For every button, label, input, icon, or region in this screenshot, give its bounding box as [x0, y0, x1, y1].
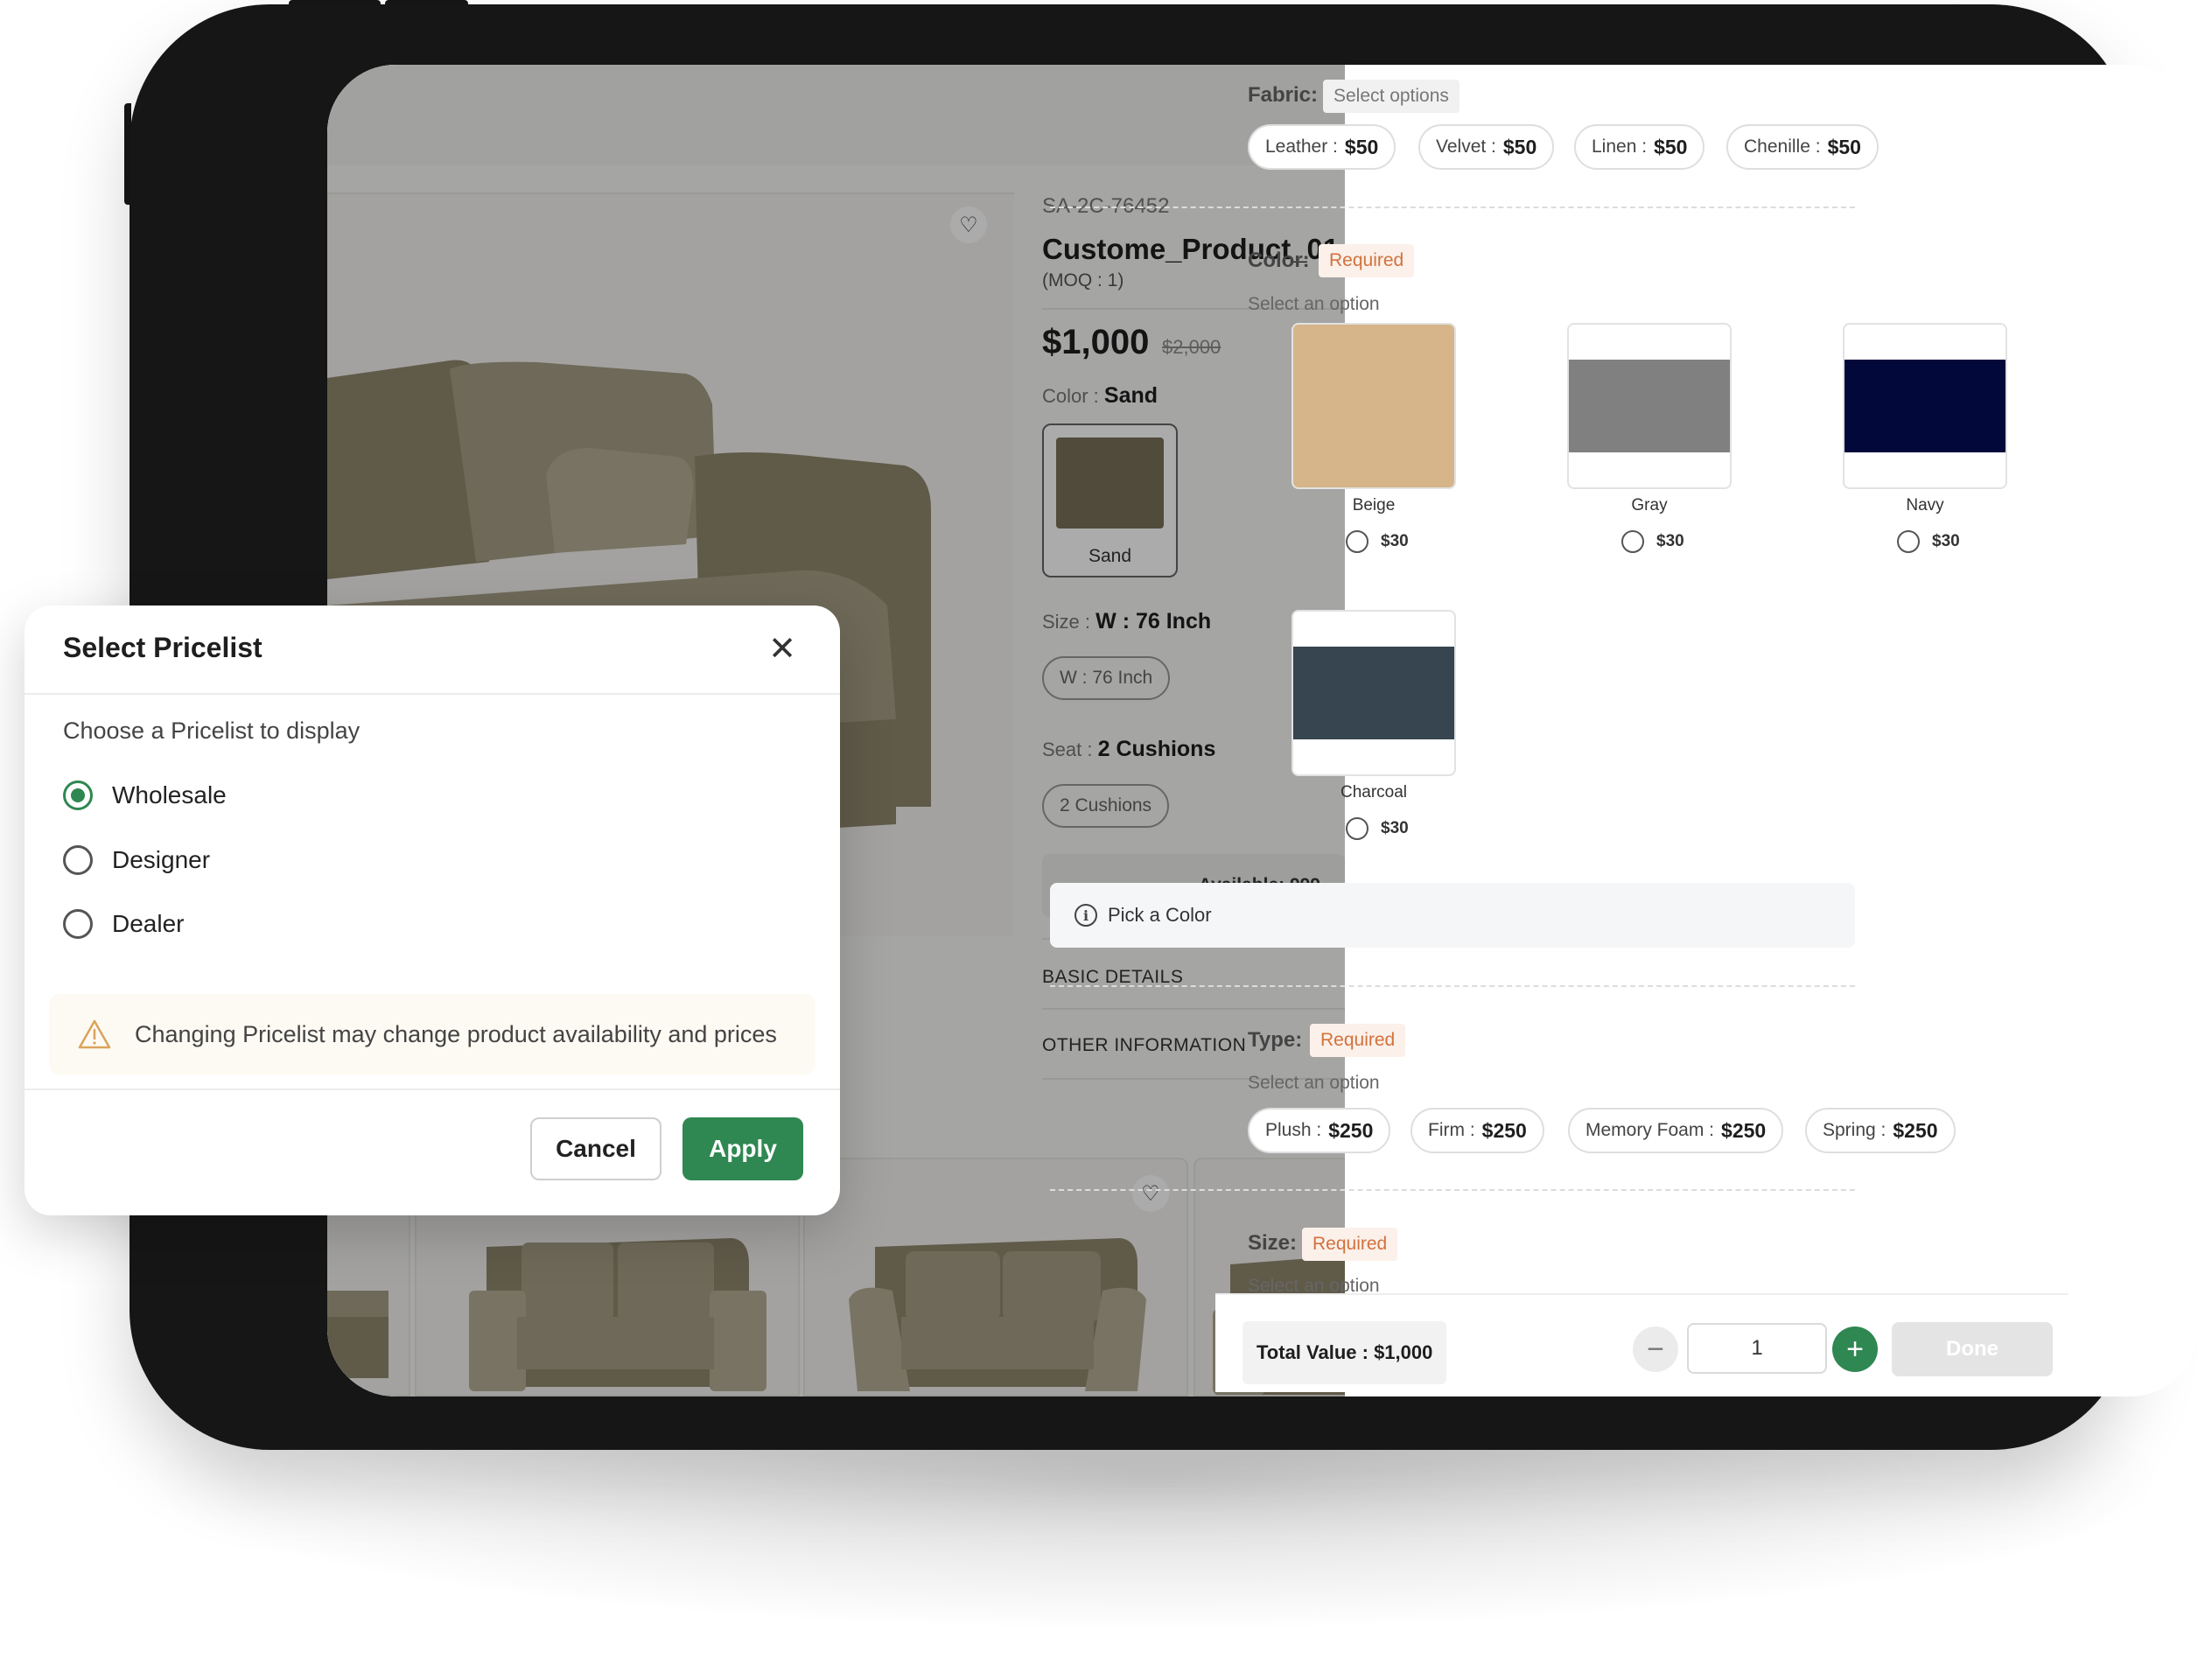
color-card-beige[interactable]	[1292, 323, 1456, 489]
color-name: Charcoal	[1340, 783, 1408, 802]
pricelist-option-wholesale[interactable]: Wholesale	[63, 780, 227, 810]
pricelist-warning: Changing Pricelist may change product av…	[49, 994, 816, 1074]
option-name: Memory Foam :	[1586, 1120, 1715, 1140]
option-price: $50	[1502, 135, 1537, 158]
size-label: Size:	[1248, 1231, 1298, 1255]
color-price: $30	[1381, 819, 1409, 837]
color-name: Beige	[1352, 496, 1396, 514]
cancel-button[interactable]: Cancel	[530, 1117, 662, 1180]
color-select-hint: Select an option	[1248, 294, 1380, 314]
color-price: $30	[1656, 532, 1684, 550]
modal-divider	[24, 693, 840, 695]
color-radio-navy[interactable]: $30	[1897, 530, 1960, 553]
select-pricelist-modal: Select Pricelist ✕ Choose a Pricelist to…	[24, 606, 840, 1215]
fabric-label: Fabric:	[1248, 83, 1319, 107]
color-card-gray[interactable]	[1567, 323, 1732, 489]
color-fill	[1569, 360, 1730, 452]
option-price: $50	[1827, 135, 1861, 158]
warning-icon	[78, 1019, 111, 1049]
pricelist-option-label: Dealer	[112, 910, 185, 937]
radio-circle[interactable]	[1346, 530, 1368, 553]
type-option-memory-foam[interactable]: Memory Foam : $250	[1568, 1108, 1784, 1153]
pick-a-color-label: Pick a Color	[1108, 904, 1212, 926]
color-label: Color:	[1248, 248, 1310, 272]
total-value: Total Value : $1,000	[1242, 1321, 1447, 1384]
pricelist-option-designer[interactable]: Designer	[63, 845, 210, 875]
type-option-firm[interactable]: Firm : $250	[1410, 1108, 1544, 1153]
option-price: $250	[1328, 1118, 1374, 1142]
done-button[interactable]: Done	[1892, 1322, 2053, 1376]
color-name: Gray	[1631, 496, 1668, 514]
radio-unselected[interactable]	[63, 845, 93, 875]
color-card-navy[interactable]	[1843, 323, 2007, 489]
option-name: Leather :	[1265, 136, 1338, 157]
color-card-charcoal[interactable]	[1292, 610, 1456, 776]
option-name: Plush :	[1265, 1120, 1322, 1140]
pricelist-option-label: Wholesale	[112, 781, 227, 808]
options-panel	[1345, 65, 2198, 1396]
color-fill	[1293, 647, 1454, 739]
type-select-hint: Select an option	[1248, 1073, 1380, 1093]
color-required-chip: Required	[1319, 244, 1415, 277]
section-divider	[1050, 206, 1855, 208]
color-price: $30	[1932, 532, 1960, 550]
radio-circle[interactable]	[1346, 817, 1368, 840]
type-option-spring[interactable]: Spring : $250	[1805, 1108, 1956, 1153]
option-price: $250	[1481, 1118, 1527, 1142]
close-icon[interactable]: ✕	[765, 632, 800, 667]
color-radio-gray[interactable]: $30	[1621, 530, 1684, 553]
option-name: Linen :	[1592, 136, 1648, 157]
option-price: $50	[1654, 135, 1688, 158]
pick-a-color-button[interactable]: i Pick a Color	[1050, 883, 1855, 948]
modal-title: Select Pricelist	[63, 632, 262, 663]
color-fill	[1844, 360, 2006, 452]
fabric-option-chenille[interactable]: Chenille : $50	[1726, 124, 1879, 170]
option-price: $250	[1721, 1118, 1767, 1142]
radio-circle[interactable]	[1621, 530, 1644, 553]
section-divider	[1050, 1189, 1855, 1191]
pricelist-option-label: Designer	[112, 846, 211, 873]
quantity-decrease-button[interactable]: −	[1633, 1326, 1678, 1372]
color-price: $30	[1381, 532, 1409, 550]
radio-unselected[interactable]	[63, 909, 93, 939]
radio-circle[interactable]	[1897, 530, 1920, 553]
size-required-chip: Required	[1302, 1228, 1398, 1261]
quantity-input[interactable]: 1	[1687, 1323, 1827, 1374]
info-icon: i	[1074, 904, 1097, 927]
pricelist-option-dealer[interactable]: Dealer	[63, 909, 184, 939]
color-fill	[1293, 325, 1454, 487]
section-divider	[1050, 985, 1855, 987]
fabric-option-leather[interactable]: Leather : $50	[1248, 124, 1396, 170]
fabric-option-velvet[interactable]: Velvet : $50	[1418, 124, 1555, 170]
warning-text: Changing Pricelist may change product av…	[135, 1020, 777, 1047]
quantity-increase-button[interactable]: +	[1832, 1326, 1878, 1372]
modal-subtitle: Choose a Pricelist to display	[63, 718, 360, 744]
type-label: Type:	[1248, 1028, 1303, 1052]
option-name: Spring :	[1823, 1120, 1886, 1140]
option-name: Velvet :	[1436, 136, 1496, 157]
radio-selected[interactable]	[63, 780, 93, 810]
option-name: Chenille :	[1744, 136, 1821, 157]
color-radio-beige[interactable]: $30	[1346, 530, 1409, 553]
fabric-select-options-chip: Select options	[1323, 80, 1460, 113]
option-price: $250	[1893, 1118, 1938, 1142]
color-radio-charcoal[interactable]: $30	[1346, 817, 1409, 840]
type-option-plush[interactable]: Plush : $250	[1248, 1108, 1391, 1153]
color-name: Navy	[1906, 496, 1944, 514]
option-price: $50	[1344, 135, 1379, 158]
option-name: Firm :	[1428, 1120, 1475, 1140]
fabric-option-linen[interactable]: Linen : $50	[1574, 124, 1705, 170]
stage: ♡ SA-2C-76452 Custome_Product_01 (MOQ : …	[0, 0, 2205, 1680]
type-required-chip: Required	[1310, 1024, 1406, 1057]
modal-divider	[24, 1088, 840, 1090]
apply-button[interactable]: Apply	[682, 1117, 803, 1180]
